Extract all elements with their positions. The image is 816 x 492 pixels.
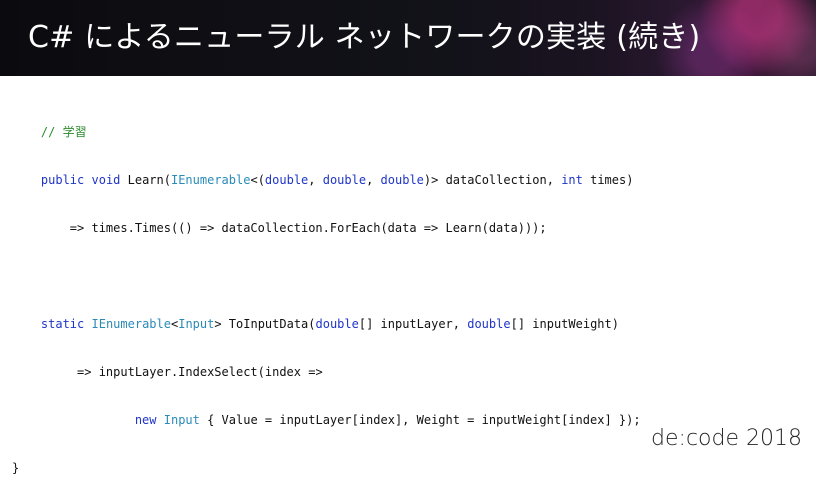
keyword-static: static [40, 317, 85, 331]
code-line-closing-brace: } [12, 460, 641, 476]
slide-title-bar: C# によるニューラル ネットワークの実装 (続き) [0, 0, 816, 76]
code-text: times) [582, 173, 634, 187]
code-text: , [308, 173, 323, 187]
keyword-double: double [322, 173, 367, 187]
code-line-toinputdata-signature: static IEnumerable<Input> ToInputData(do… [12, 316, 641, 332]
code-block: // 学習 public void Learn(IEnumerable<(dou… [12, 92, 641, 492]
code-text: => inputLayer.IndexSelect(index => [77, 365, 323, 379]
code-text: [] inputLayer, [358, 317, 468, 331]
keyword-public: public [40, 173, 85, 187]
code-text: => times.Times(() => dataCollection.ForE… [69, 221, 547, 235]
code-text: )> dataCollection, [423, 173, 562, 187]
code-text: { Value = inputLayer[index], Weight = in… [199, 413, 641, 427]
code-text: , [366, 173, 381, 187]
code-line-learn-body: => times.Times(() => dataCollection.ForE… [12, 220, 641, 236]
keyword-double: double [467, 317, 511, 331]
type-ienumerable: IEnumerable [91, 317, 171, 331]
keyword-void: void [91, 173, 121, 187]
keyword-double: double [315, 317, 359, 331]
code-text: [] inputWeight) [510, 317, 619, 331]
code-text: Learn( [120, 173, 171, 187]
keyword-int: int [561, 173, 583, 187]
type-input: Input [178, 317, 215, 331]
keyword-new: new [134, 413, 157, 427]
code-line-indexselect: => inputLayer.IndexSelect(index => [12, 364, 641, 380]
code-line-new-input: new Input { Value = inputLayer[index], W… [12, 412, 641, 428]
type-ienumerable: IEnumerable [170, 173, 251, 187]
keyword-double: double [264, 173, 309, 187]
keyword-double: double [380, 173, 424, 187]
code-comment: // 学習 [40, 125, 87, 139]
type-input: Input [163, 413, 200, 427]
slide-title: C# によるニューラル ネットワークの実装 (続き) [28, 20, 701, 55]
code-text: <( [250, 173, 265, 187]
code-line-learn-signature: public void Learn(IEnumerable<(double, d… [12, 172, 641, 188]
code-text: > ToInputData( [214, 317, 316, 331]
event-logo: de:code 2018 [651, 426, 802, 451]
code-line-comment: // 学習 [12, 124, 641, 140]
code-text: } [12, 461, 20, 475]
